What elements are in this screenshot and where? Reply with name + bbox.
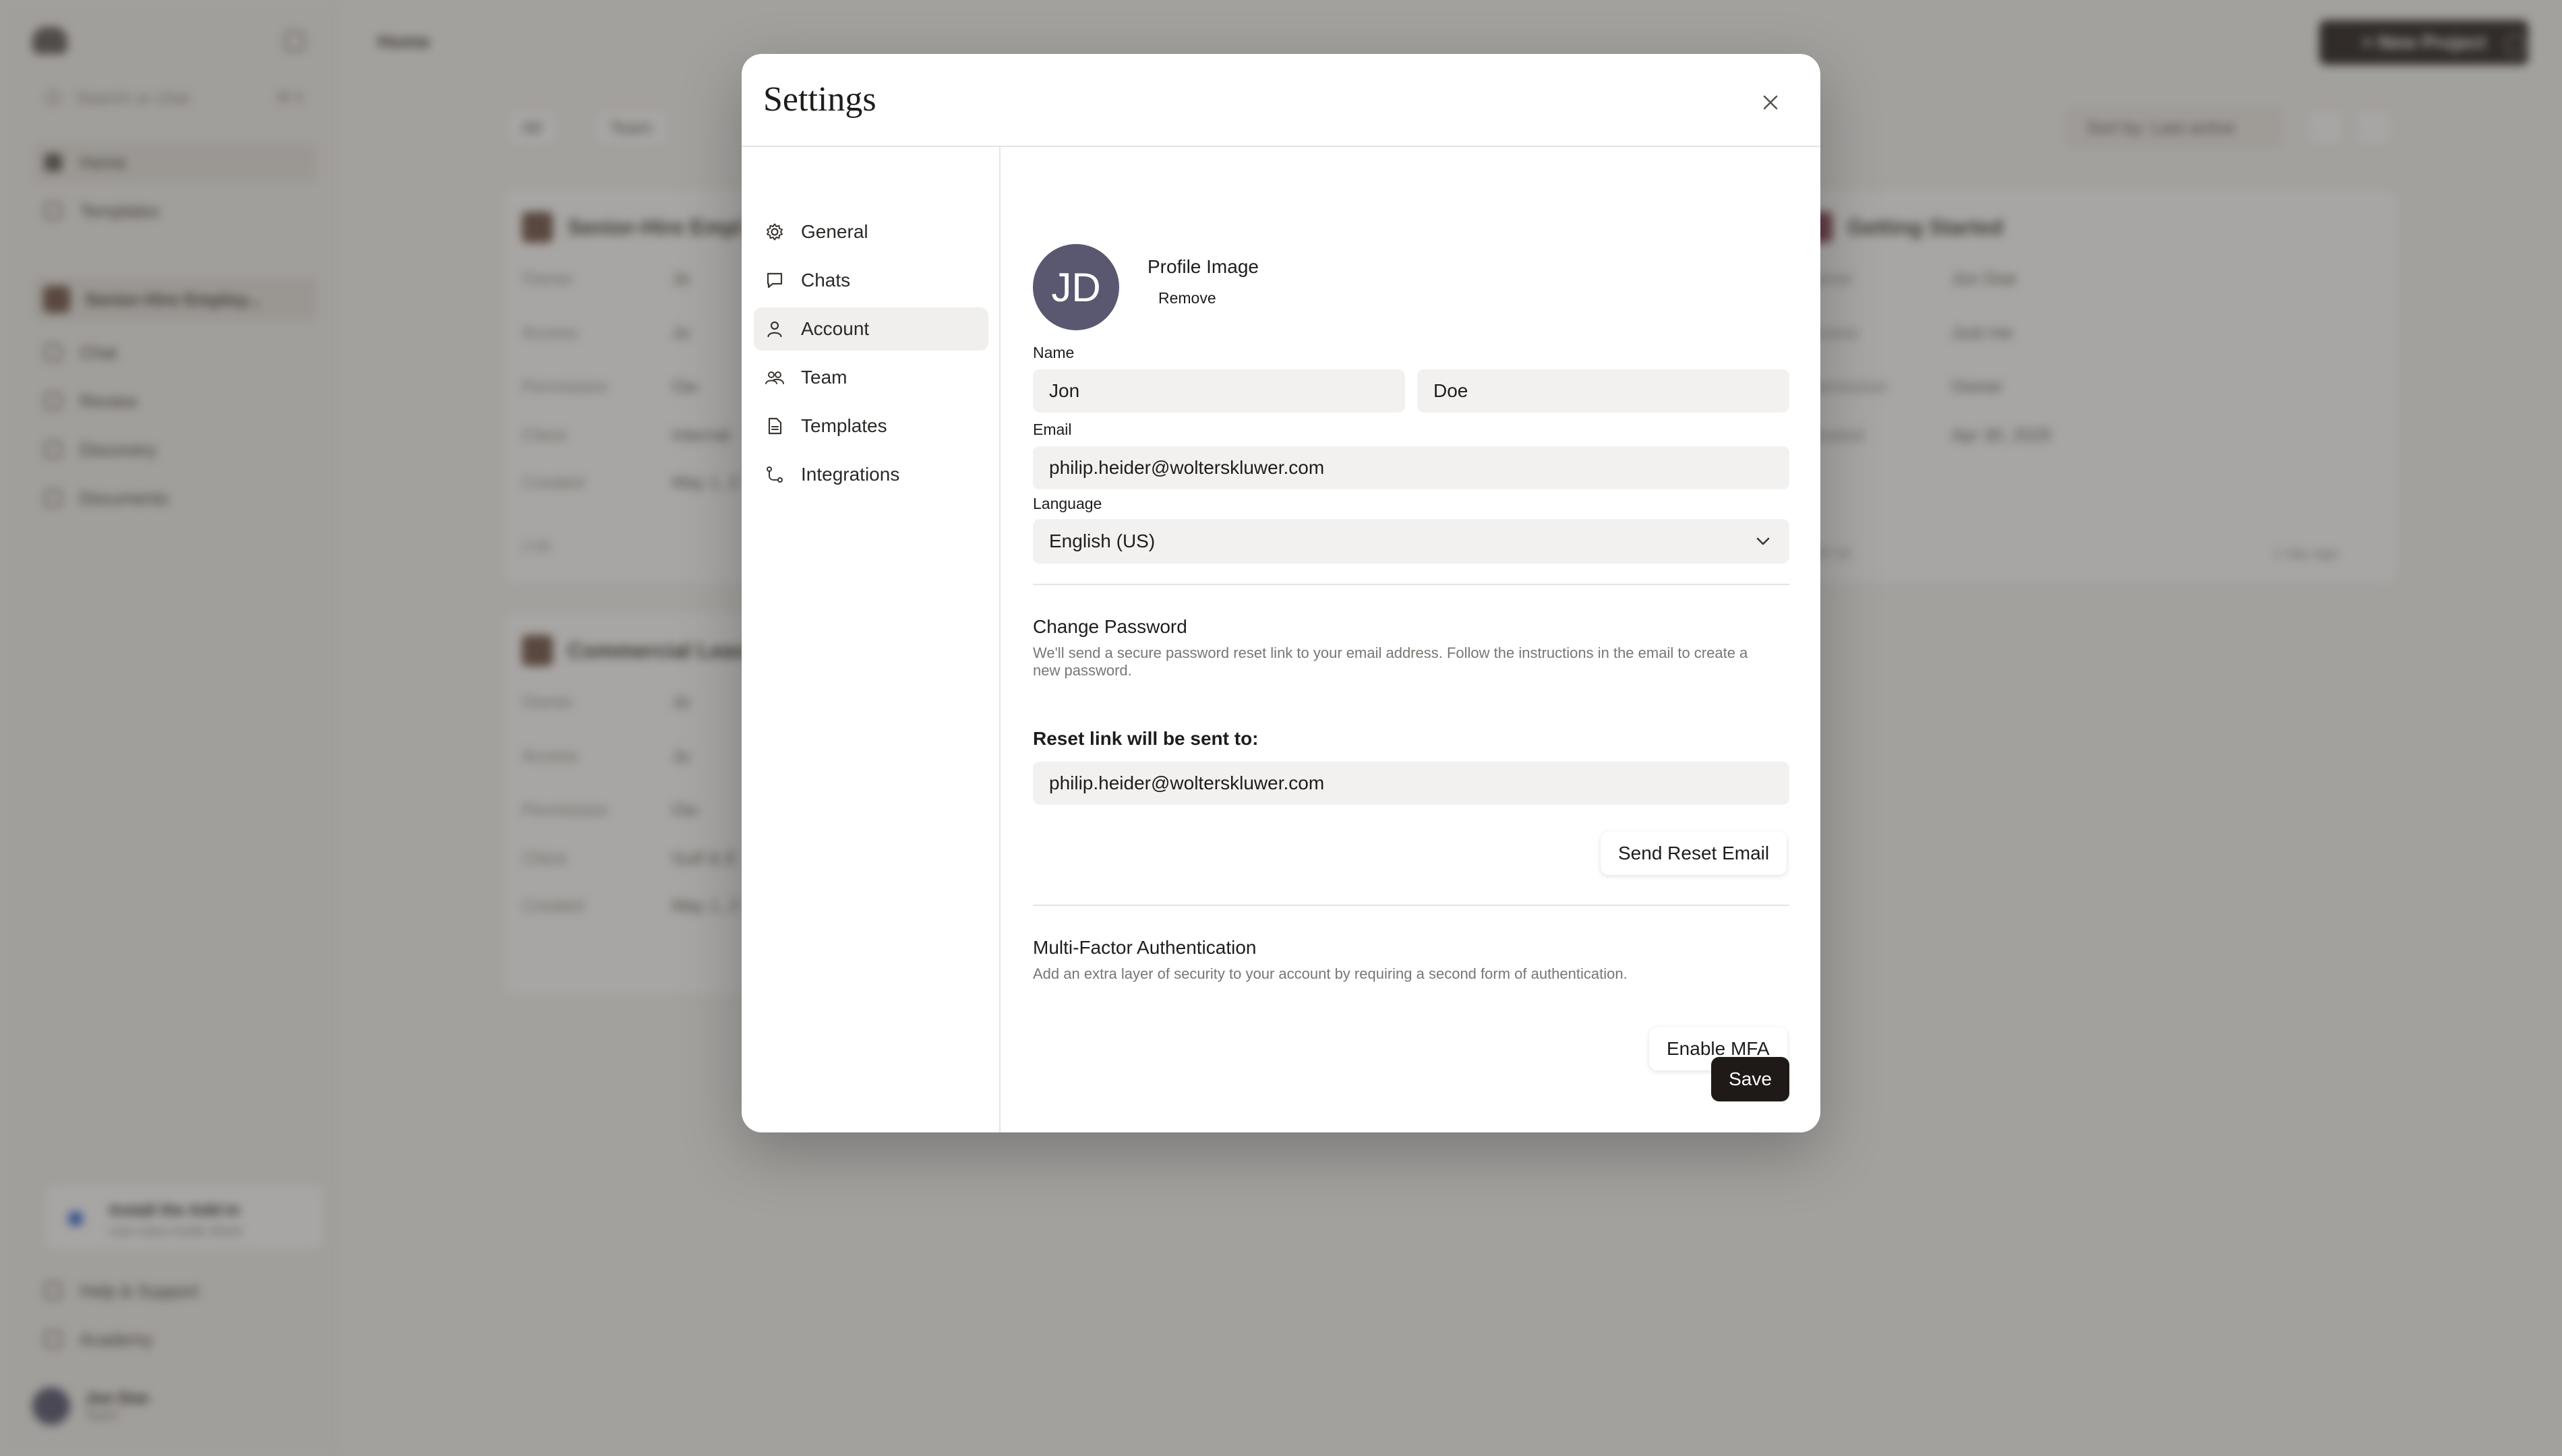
last-name-input[interactable] xyxy=(1417,369,1789,413)
first-name-input[interactable] xyxy=(1033,369,1405,413)
mfa-title: Multi-Factor Authentication xyxy=(1033,937,1257,958)
section-divider xyxy=(1033,905,1789,906)
dialog-title: Settings xyxy=(763,80,876,119)
send-reset-email-button[interactable]: Send Reset Email xyxy=(1601,832,1787,875)
change-password-description: We'll send a secure password reset link … xyxy=(1033,644,1748,679)
nav-item-label: Account xyxy=(801,318,870,339)
name-label: Name xyxy=(1033,344,1075,361)
language-label: Language xyxy=(1033,495,1102,512)
nav-item-label: Templates xyxy=(801,415,887,436)
team-icon xyxy=(765,367,785,388)
nav-item-templates[interactable]: Templates xyxy=(754,404,988,448)
integrations-icon xyxy=(765,464,785,485)
nav-item-label: Chats xyxy=(801,270,851,291)
chat-icon xyxy=(765,270,785,291)
chevron-down-icon xyxy=(1756,537,1770,545)
nav-item-general[interactable]: General xyxy=(754,210,988,253)
language-value: English (US) xyxy=(1049,530,1156,551)
save-button[interactable]: Save xyxy=(1711,1057,1789,1101)
reset-link-label: Reset link will be sent to: xyxy=(1033,728,1259,749)
email-input[interactable] xyxy=(1033,446,1789,489)
mfa-description: Add an extra layer of security to your a… xyxy=(1033,965,1628,982)
nav-item-chats[interactable]: Chats xyxy=(754,259,988,302)
change-password-title: Change Password xyxy=(1033,616,1187,637)
language-select[interactable]: English (US) xyxy=(1033,519,1789,564)
nav-item-integrations[interactable]: Integrations xyxy=(754,453,988,496)
avatar[interactable]: JD xyxy=(1033,244,1119,330)
header-divider xyxy=(742,146,1820,147)
nav-item-label: General xyxy=(801,221,868,242)
nav-item-label: Team xyxy=(801,367,847,388)
close-button[interactable] xyxy=(1752,84,1789,121)
section-divider xyxy=(1033,584,1789,585)
user-icon xyxy=(765,319,785,339)
nav-divider xyxy=(999,147,1001,1132)
settings-dialog: Settings General Chats Account Team Temp… xyxy=(742,54,1820,1132)
reset-email-field: philip.heider@wolterskluwer.com xyxy=(1033,762,1789,805)
nav-item-account[interactable]: Account xyxy=(754,307,988,351)
profile-image-label: Profile Image xyxy=(1148,256,1259,277)
close-icon xyxy=(1763,95,1778,110)
nav-item-label: Integrations xyxy=(801,464,900,485)
remove-image-button[interactable]: Remove xyxy=(1148,286,1227,310)
nav-item-team[interactable]: Team xyxy=(754,356,988,399)
email-label: Email xyxy=(1033,421,1072,438)
gear-icon xyxy=(765,222,785,242)
document-icon xyxy=(765,416,785,436)
